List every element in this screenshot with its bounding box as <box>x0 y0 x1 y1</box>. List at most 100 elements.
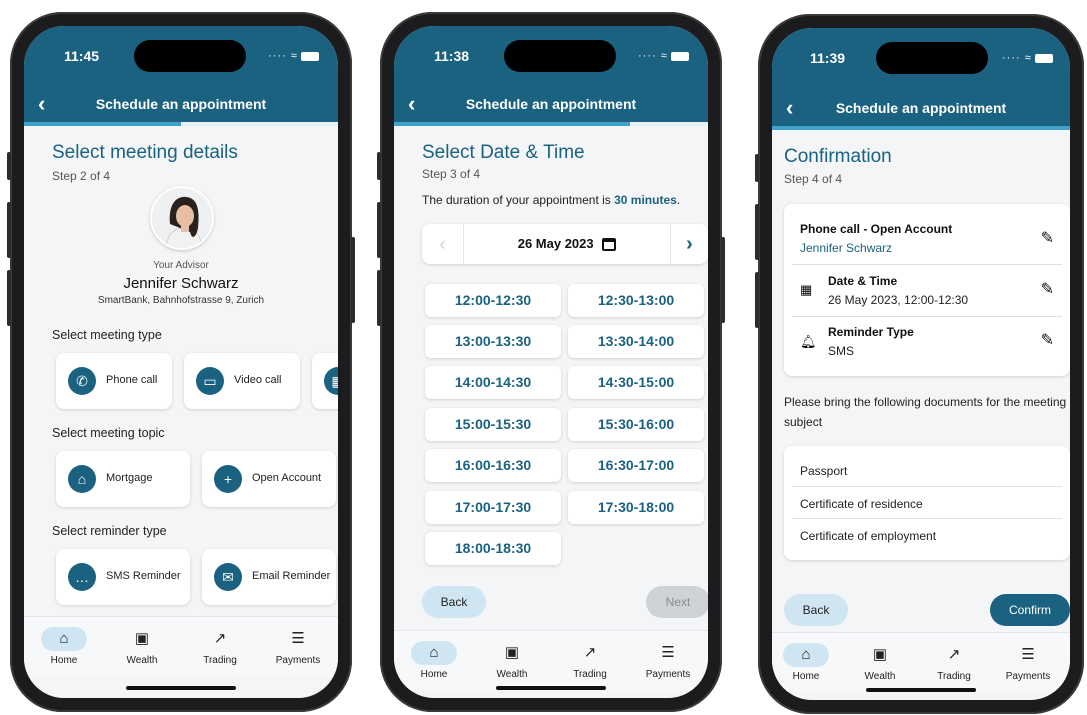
nav-payments[interactable]: ☰ Payments <box>998 643 1058 682</box>
time-slot[interactable]: 18:00-18:30 <box>425 532 561 565</box>
status-bar: 11:39 ···· ≈ <box>772 28 1070 94</box>
list-item: Certificate of employment <box>800 529 937 543</box>
app-bar: ‹ Schedule an appointment <box>24 86 338 122</box>
status-bar: 11:45 ···· ≈ <box>24 26 338 92</box>
phone-icon: ✆ <box>68 367 96 395</box>
app-title: Schedule an appointment <box>95 96 267 112</box>
dynamic-island <box>504 40 616 72</box>
option-open-account[interactable]: + Open Account <box>202 451 336 507</box>
screen: 11:45 ···· ≈ ‹ Schedule an appointment S… <box>24 26 338 698</box>
advisor-name: Jennifer Schwarz <box>123 275 239 292</box>
back-button[interactable]: Back <box>422 586 486 618</box>
back-button[interactable]: Back <box>784 594 848 626</box>
nav-payments[interactable]: ☰ Payments <box>268 627 328 666</box>
datetime-value: 26 May 2023, 12:00-12:30 <box>828 293 969 307</box>
time-slot[interactable]: 14:00-14:30 <box>425 366 561 399</box>
summary-title: Phone call - Open Account <box>800 222 953 236</box>
option-label: Video call <box>234 374 282 386</box>
option-more[interactable]: ▦ <box>312 353 338 409</box>
app-title: Schedule an appointment <box>465 96 637 112</box>
option-label: Open Account <box>252 472 322 484</box>
status-time: 11:45 <box>64 48 100 64</box>
phone-date-time: 11:38 ···· ≈ ‹ Schedule an appointment S… <box>377 12 725 712</box>
meeting-topic-heading: Select meeting topic <box>52 426 165 440</box>
time-slot[interactable]: 13:00-13:30 <box>425 325 561 358</box>
monitor-icon: ▭ <box>196 367 224 395</box>
prev-date-chevron-icon[interactable]: ‹ <box>422 224 464 264</box>
next-button[interactable]: Next <box>646 586 708 618</box>
page-title: Select Date & Time <box>422 142 585 163</box>
option-mortgage[interactable]: ⌂ Mortgage <box>56 451 190 507</box>
dynamic-island <box>876 42 988 74</box>
nav-wealth[interactable]: ▣ Wealth <box>112 627 172 666</box>
wallet-icon: ▣ <box>134 630 150 647</box>
nav-trading[interactable]: ↗ Trading <box>190 627 250 666</box>
status-icons: ···· ≈ <box>638 50 689 62</box>
option-label: Mortgage <box>106 472 153 484</box>
date-selector: ‹ 26 May 2023 › <box>422 224 708 264</box>
reminder-type-heading: Select reminder type <box>52 524 167 538</box>
app-title: Schedule an appointment <box>835 100 1007 116</box>
time-slot[interactable]: 13:30-14:00 <box>568 325 704 358</box>
phone-meeting-details: 11:45 ···· ≈ ‹ Schedule an appointment S… <box>7 12 355 712</box>
payments-icon: ☰ <box>661 644 675 661</box>
payments-icon: ☰ <box>1021 646 1035 663</box>
time-slot[interactable]: 15:30-16:00 <box>568 408 704 441</box>
page-title: Confirmation <box>784 146 892 167</box>
option-label: Email Reminder <box>252 570 331 582</box>
edit-pencil-icon[interactable]: ✎ <box>1041 279 1054 299</box>
nav-wealth[interactable]: ▣ Wealth <box>482 641 542 680</box>
status-time: 11:38 <box>434 48 470 64</box>
next-date-chevron-icon[interactable]: › <box>670 224 708 264</box>
option-phone-call[interactable]: ✆ Phone call <box>56 353 172 409</box>
screen: 11:39 ···· ≈ ‹ Schedule an appointment C… <box>772 28 1070 700</box>
time-slot[interactable]: 17:30-18:00 <box>568 491 704 524</box>
appointment-summary-card: Phone call - Open Account Jennifer Schwa… <box>784 204 1070 376</box>
avatar <box>150 186 214 250</box>
option-sms-reminder[interactable]: … SMS Reminder <box>56 549 190 605</box>
phone-confirmation: 11:39 ···· ≈ ‹ Schedule an appointment C… <box>755 14 1084 714</box>
nav-trading[interactable]: ↗ Trading <box>560 641 620 680</box>
edit-pencil-icon[interactable]: ✎ <box>1041 330 1054 350</box>
home-icon: ⌂ <box>411 641 457 665</box>
status-icons: ···· ≈ <box>1002 52 1053 64</box>
chart-icon: ↗ <box>213 630 227 647</box>
reminder-value: SMS <box>828 344 855 358</box>
time-slot[interactable]: 12:30-13:00 <box>568 284 704 317</box>
page-title: Select meeting details <box>52 142 238 163</box>
time-slot[interactable]: 16:00-16:30 <box>425 449 561 482</box>
payments-icon: ☰ <box>291 630 305 647</box>
calendar-icon <box>602 238 617 252</box>
step-progress-bar <box>394 122 708 126</box>
selected-date: 26 May 2023 <box>517 236 594 251</box>
status-bar: 11:38 ···· ≈ <box>394 26 708 92</box>
date-picker[interactable]: 26 May 2023 <box>464 224 670 264</box>
nav-wealth[interactable]: ▣ Wealth <box>850 643 910 682</box>
nav-home[interactable]: ⌂ Home <box>776 643 836 682</box>
house-icon: ⌂ <box>68 465 96 493</box>
option-email-reminder[interactable]: ✉ Email Reminder <box>202 549 336 605</box>
time-slot[interactable]: 17:00-17:30 <box>425 491 561 524</box>
time-slot[interactable]: 15:00-15:30 <box>425 408 561 441</box>
time-slot[interactable]: 12:00-12:30 <box>425 284 561 317</box>
reminder-label: Reminder Type <box>828 325 914 339</box>
bottom-nav: ⌂ Home ▣ Wealth ↗ Trading ☰ Payments <box>772 632 1070 692</box>
wallet-icon: ▣ <box>872 646 888 663</box>
edit-pencil-icon[interactable]: ✎ <box>1041 228 1054 248</box>
option-video-call[interactable]: ▭ Video call <box>184 353 300 409</box>
app-bar: ‹ Schedule an appointment <box>772 90 1070 126</box>
building-icon: ▦ <box>324 367 338 395</box>
time-slot[interactable]: 14:30-15:00 <box>568 366 704 399</box>
step-indicator: Step 4 of 4 <box>784 172 843 186</box>
datetime-label: Date & Time <box>828 274 898 288</box>
dynamic-island <box>134 40 246 72</box>
nav-payments[interactable]: ☰ Payments <box>638 641 698 680</box>
nav-home[interactable]: ⌂ Home <box>404 641 464 680</box>
status-icons: ···· ≈ <box>268 50 319 62</box>
nav-trading[interactable]: ↗ Trading <box>924 643 984 682</box>
time-slot[interactable]: 16:30-17:00 <box>568 449 704 482</box>
confirm-button[interactable]: Confirm <box>990 594 1070 626</box>
nav-home[interactable]: ⌂ Home <box>34 627 94 666</box>
home-icon: ⌂ <box>783 643 829 667</box>
list-item: Certificate of residence <box>800 497 923 511</box>
